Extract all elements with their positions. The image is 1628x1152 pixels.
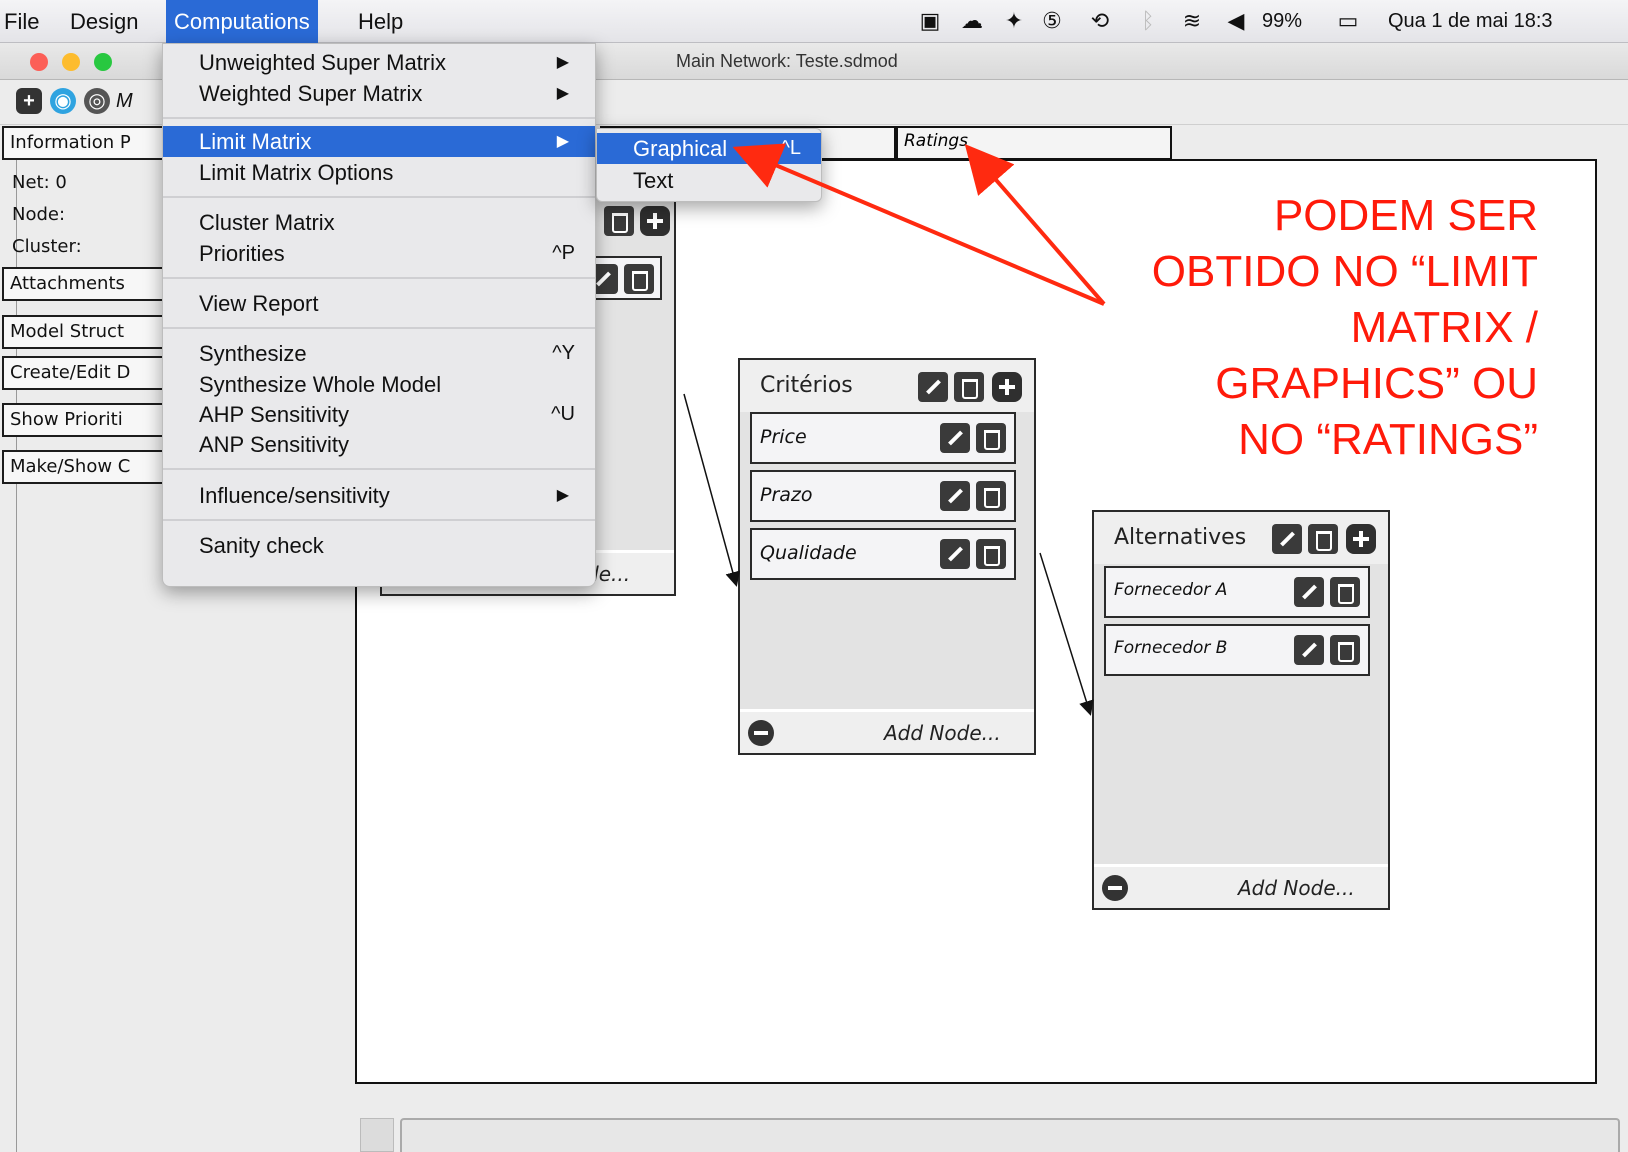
menu-item-label: AHP Sensitivity [199,402,349,427]
menu-item-priorities[interactable]: Priorities ^P [163,238,595,269]
menu-item-limit-matrix[interactable]: Limit Matrix ▶ [163,126,595,157]
menu-item-text[interactable]: Text [597,165,821,196]
submenu-arrow-icon: ▶ [556,54,569,71]
submenu-arrow-icon: ▶ [556,85,569,102]
menu-item-label: Synthesize [199,341,307,366]
menu-separator [163,117,595,119]
menu-separator [163,277,595,279]
menu-separator [163,327,595,329]
annotation-line: NO “RATINGS” [1238,415,1538,464]
menu-item-sanity-check[interactable]: Sanity check [163,530,595,561]
menu-item-synthesize[interactable]: Synthesize ^Y [163,338,595,369]
menu-item-label: Text [633,168,674,193]
menu-item-label: Priorities [199,241,285,266]
menu-item-limit-matrix-options[interactable]: Limit Matrix Options [163,157,595,188]
menu-item-graphical[interactable]: Graphical ^L [597,133,821,164]
menu-item-label: Cluster Matrix [199,210,335,235]
menu-item-view-report[interactable]: View Report [163,288,595,319]
menu-item-label: Weighted Super Matrix [199,81,423,106]
limit-matrix-submenu: Graphical ^L Text [596,128,822,202]
menu-shortcut: ^L [780,137,801,159]
menu-item-label: Influence/sensitivity [199,483,390,508]
menu-item-weighted-super-matrix[interactable]: Weighted Super Matrix ▶ [163,78,595,109]
annotation-line: OBTIDO NO “LIMIT [1151,247,1538,296]
menu-item-label: Graphical [633,136,728,161]
menu-item-influence-sensitivity[interactable]: Influence/sensitivity ▶ [163,480,595,511]
menu-item-anp-sensitivity[interactable]: ANP Sensitivity [163,429,595,460]
menu-item-label: Limit Matrix Options [199,160,394,185]
menu-shortcut: ^Y [552,342,575,364]
annotation-text: PODEM SER OBTIDO NO “LIMIT MATRIX / GRAP… [1070,188,1538,468]
menu-item-label: Synthesize Whole Model [199,372,442,397]
menu-item-label: View Report [199,291,319,316]
menu-separator [163,468,595,470]
menu-shortcut: ^P [552,242,575,264]
annotation-line: PODEM SER [1273,191,1538,240]
menu-shortcut: ^U [551,403,575,425]
console-toggle-button[interactable] [360,1118,394,1152]
menu-item-label: ANP Sensitivity [199,432,349,457]
menu-item-ahp-sensitivity[interactable]: AHP Sensitivity ^U [163,399,595,430]
computations-menu: Unweighted Super Matrix ▶ Weighted Super … [162,43,596,587]
menu-item-synthesize-whole-model[interactable]: Synthesize Whole Model [163,369,595,400]
menu-item-label: Sanity check [199,533,324,558]
annotation-line: MATRIX / [1350,303,1538,352]
menu-separator [163,196,595,198]
submenu-arrow-icon: ▶ [556,133,569,150]
menu-item-unweighted-super-matrix[interactable]: Unweighted Super Matrix ▶ [163,47,595,78]
menu-separator [163,519,595,521]
submenu-arrow-icon: ▶ [556,487,569,504]
annotation-line: GRAPHICS” OU [1215,359,1538,408]
menu-item-label: Limit Matrix [199,129,312,154]
menu-item-label: Unweighted Super Matrix [199,50,447,75]
console-input[interactable] [400,1118,1620,1152]
menu-item-cluster-matrix[interactable]: Cluster Matrix [163,207,595,238]
connection-arrow [1039,552,1094,716]
connection-arrow [683,393,741,587]
